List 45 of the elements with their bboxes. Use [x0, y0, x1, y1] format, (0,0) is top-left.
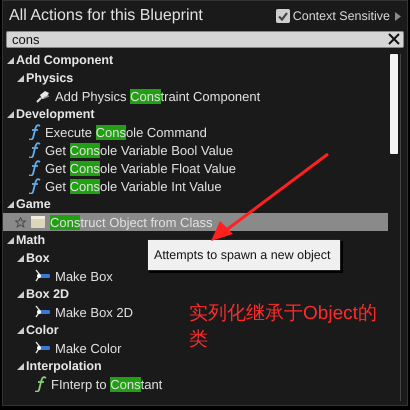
action-item[interactable]: Make Box 2D: [3, 303, 138, 321]
expander-icon[interactable]: [17, 326, 24, 334]
category-label[interactable]: Physics: [26, 71, 74, 85]
menu-title: All Actions for this Blueprint: [9, 7, 203, 25]
plug-icon: [35, 89, 51, 103]
category-label[interactable]: Development: [16, 107, 94, 121]
function-icon: [29, 124, 41, 140]
expand-arrow-icon[interactable]: [395, 12, 401, 20]
annotation-text: 实列化继承于Object的类: [189, 302, 378, 352]
category-label[interactable]: Add Component: [16, 53, 114, 67]
expander-icon[interactable]: [17, 362, 24, 370]
action-item[interactable]: Make Color: [3, 339, 126, 357]
function-icon: [35, 376, 47, 392]
scrollbar-thumb[interactable]: [390, 54, 398, 154]
expander-icon[interactable]: [17, 290, 24, 298]
struct-icon: [35, 269, 51, 283]
action-item[interactable]: Execute Console Command: [3, 123, 211, 141]
struct-icon: [35, 305, 51, 319]
star-icon[interactable]: [15, 216, 26, 228]
action-item[interactable]: Get Console Variable Float Value: [3, 159, 240, 177]
category-label[interactable]: Box: [26, 251, 50, 265]
category-label[interactable]: Box 2D: [26, 287, 70, 301]
checkbox[interactable]: [276, 9, 290, 23]
expander-icon[interactable]: [7, 56, 14, 64]
category-label[interactable]: Color: [26, 323, 59, 337]
function-icon: [29, 178, 41, 194]
function-icon: [29, 160, 41, 176]
category-label[interactable]: Interpolation: [26, 359, 102, 373]
expander-icon[interactable]: [7, 236, 14, 244]
action-item[interactable]: Make Box: [3, 267, 117, 285]
action-item[interactable]: Get Console Variable Bool Value: [3, 141, 238, 159]
expander-icon[interactable]: [7, 200, 14, 208]
category-label[interactable]: Math: [16, 233, 46, 247]
action-item[interactable]: Get Console Variable Int Value: [3, 177, 226, 195]
clear-icon[interactable]: [388, 33, 400, 45]
function-icon: [29, 142, 41, 158]
search-field[interactable]: cons: [6, 31, 404, 48]
checkbox-label: Context Sensitive: [292, 9, 390, 23]
expander-icon[interactable]: [17, 254, 24, 262]
category-label[interactable]: Game: [16, 197, 51, 211]
box-icon: [30, 215, 46, 229]
expander-icon[interactable]: [17, 74, 24, 82]
tooltip: Attempts to spawn a new object: [147, 239, 341, 271]
struct-icon: [35, 341, 51, 355]
expander-icon[interactable]: [7, 110, 14, 118]
